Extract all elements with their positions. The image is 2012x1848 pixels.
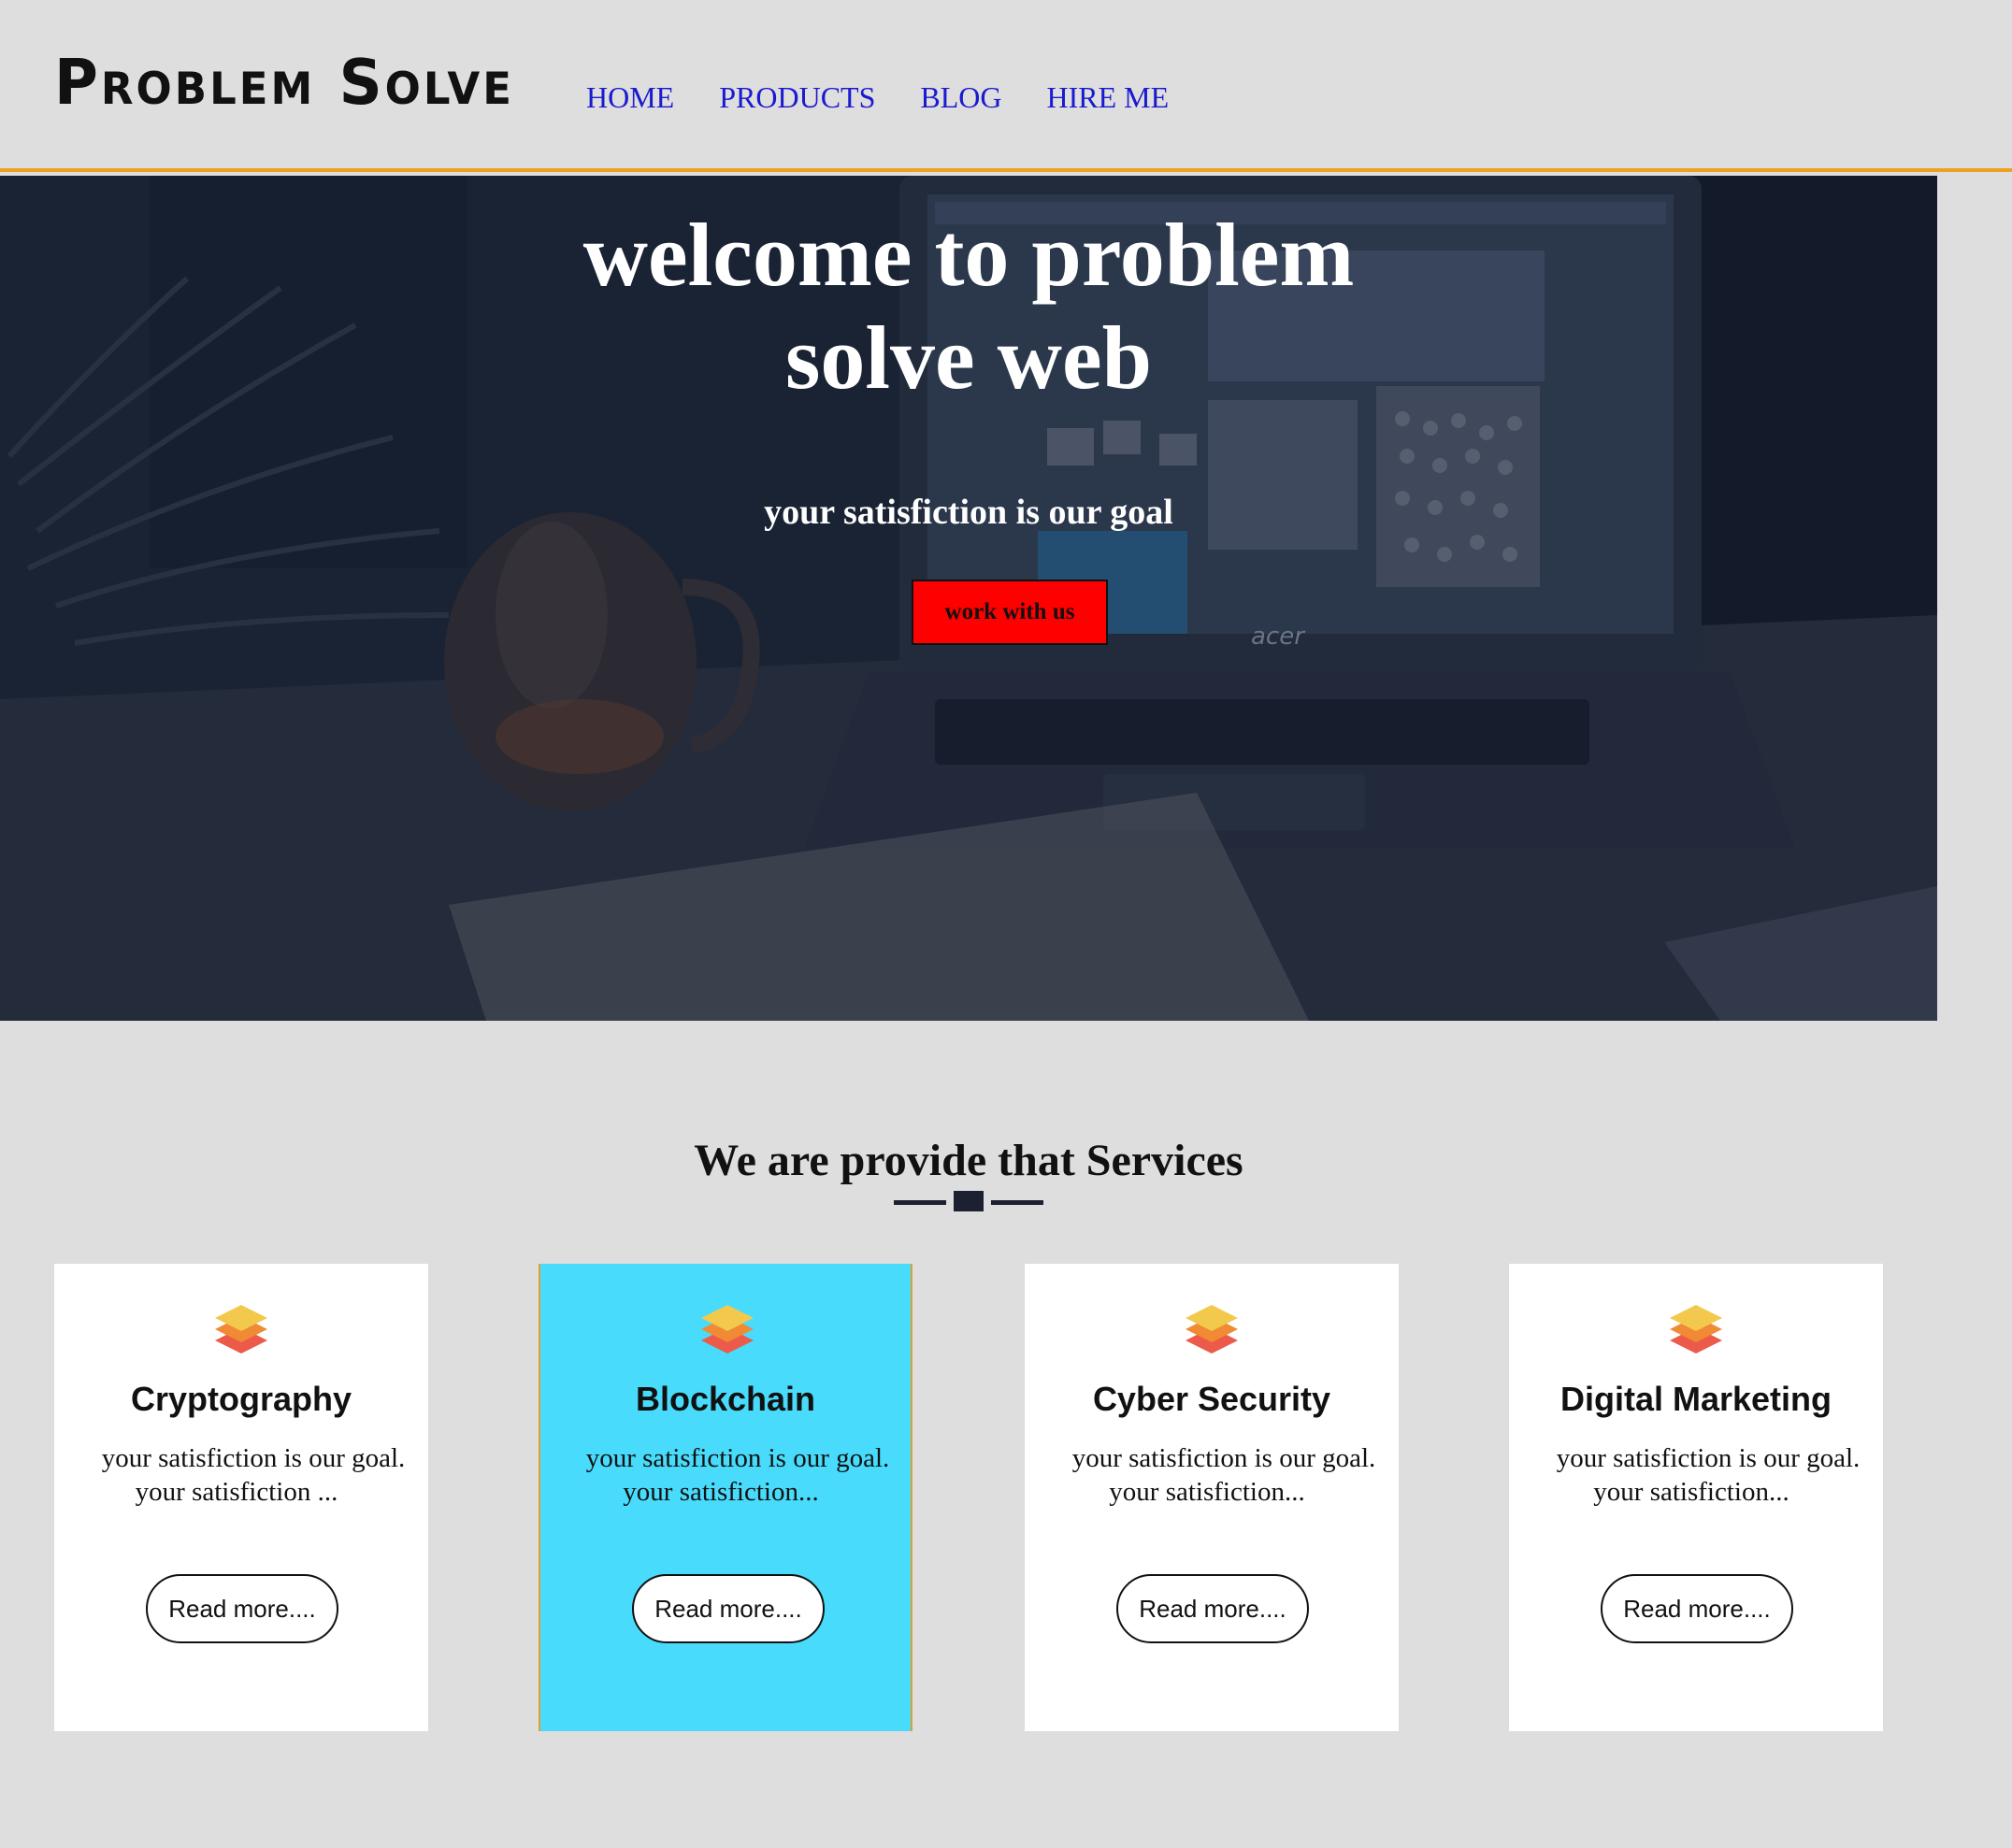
service-card-text-line: your satisfiction is our goal. xyxy=(101,1443,406,1473)
service-card-cryptography: Cryptography your satisfiction is our go… xyxy=(54,1264,428,1731)
service-card-digital-marketing: Digital Marketing your satisfiction is o… xyxy=(1509,1264,1883,1731)
layers-icon xyxy=(701,1305,754,1354)
site-logo[interactable]: Problem Solve xyxy=(54,47,514,120)
nav-products[interactable]: PRODUCTS xyxy=(719,80,875,115)
layers-icon xyxy=(1186,1305,1238,1354)
service-card-title: Cyber Security xyxy=(1092,1380,1331,1418)
service-card-title: Cryptography xyxy=(130,1380,352,1418)
service-card-text-line: your satisfiction... xyxy=(1593,1477,1789,1507)
hero-subtitle: your satisfiction is our goal xyxy=(764,493,1173,532)
site-header: Problem Solve HOME PRODUCTS BLOG HIRE ME xyxy=(0,0,2012,172)
service-card-text-line: your satisfiction is our goal. xyxy=(1556,1443,1861,1473)
hero-banner: acer welcome to problem solve web your s… xyxy=(0,176,1937,1021)
hero-title: welcome to problem solve web xyxy=(582,205,1355,408)
service-card-text-line: your satisfiction ... xyxy=(135,1477,338,1507)
service-card-text: your satisfiction is our goal. your sati… xyxy=(1533,1441,1883,1509)
laptop-brand-text: acer xyxy=(1251,623,1304,651)
nav-hire-me[interactable]: HIRE ME xyxy=(1046,80,1169,115)
read-more-button[interactable]: Read more.... xyxy=(1116,1574,1309,1643)
service-card-text-line: your satisfiction... xyxy=(1109,1477,1305,1507)
work-with-us-button[interactable]: work with us xyxy=(912,580,1108,645)
services-title: We are provide that Services xyxy=(694,1136,1243,1185)
layers-icon xyxy=(1670,1305,1722,1354)
service-card-text: your satisfiction is our goal. your sati… xyxy=(565,1441,911,1509)
service-card-cyber-security: Cyber Security your satisfiction is our … xyxy=(1025,1264,1399,1731)
service-card-text: your satisfiction is our goal. your sati… xyxy=(79,1441,428,1509)
layers-icon xyxy=(215,1305,267,1354)
service-card-text: your satisfiction is our goal. your sati… xyxy=(1049,1441,1399,1509)
service-card-text-line: your satisfiction is our goal. xyxy=(585,1443,890,1473)
main-nav: HOME PRODUCTS BLOG HIRE ME xyxy=(586,80,1169,115)
read-more-button[interactable]: Read more.... xyxy=(146,1574,338,1643)
read-more-button[interactable]: Read more.... xyxy=(1601,1574,1793,1643)
nav-blog[interactable]: BLOG xyxy=(920,80,1001,115)
service-card-blockchain: Blockchain your satisfiction is our goal… xyxy=(539,1264,913,1731)
service-card-title: Digital Marketing xyxy=(1559,1380,1832,1418)
section-divider xyxy=(894,1191,1043,1211)
service-card-text-line: your satisfiction... xyxy=(623,1477,819,1507)
nav-home[interactable]: HOME xyxy=(586,80,674,115)
read-more-button[interactable]: Read more.... xyxy=(632,1574,825,1643)
service-card-title: Blockchain xyxy=(635,1380,816,1418)
service-card-text-line: your satisfiction is our goal. xyxy=(1071,1443,1376,1473)
